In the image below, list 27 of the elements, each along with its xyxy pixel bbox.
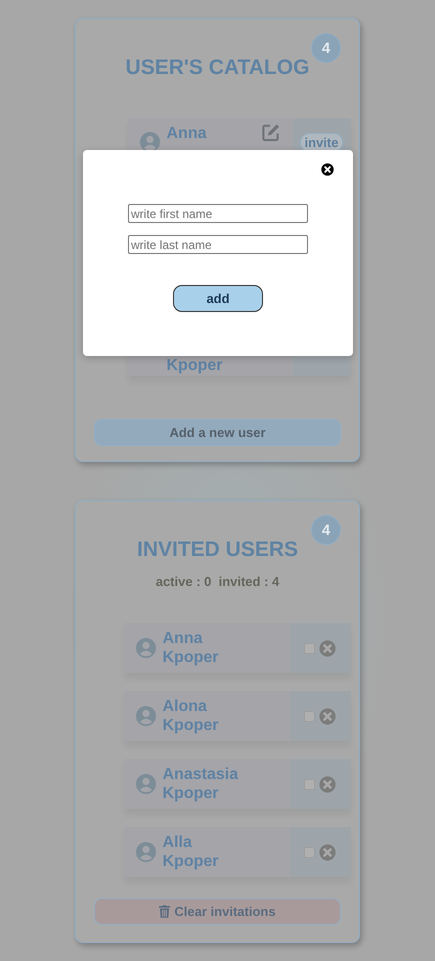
clear-invitations-button[interactable]: Clear invitations — [94, 898, 341, 925]
card-title: USER'S CATALOG — [126, 56, 310, 80]
user-icon — [136, 842, 156, 862]
user-icon — [136, 774, 156, 794]
input-field[interactable]: write first name — [128, 204, 308, 223]
first-name: Anastasia — [162, 765, 238, 784]
user-icon — [136, 706, 156, 726]
trash-icon — [159, 905, 170, 918]
last-name: Kpoper — [162, 716, 218, 735]
first-name: Anna — [166, 124, 206, 143]
card-title: INVITED USERS — [136, 538, 298, 562]
count-badge: 4 — [311, 33, 341, 63]
edit-icon[interactable] — [260, 123, 280, 142]
input-field[interactable]: write last name — [128, 235, 308, 254]
first-name: Anna — [162, 629, 202, 648]
add-user-button[interactable]: Add a new user — [94, 419, 341, 446]
last-name: Kpoper — [166, 356, 222, 375]
add-button[interactable]: add — [173, 285, 263, 312]
user-icon — [136, 638, 156, 658]
stats-text: active : 0 invited : 4 — [156, 574, 280, 589]
last-name: Kpoper — [162, 784, 218, 803]
last-name: Kpoper — [162, 852, 218, 871]
close-icon[interactable] — [321, 163, 334, 176]
first-name: Alona — [162, 697, 207, 716]
count-badge: 4 — [311, 515, 341, 545]
last-name: Kpoper — [162, 648, 218, 667]
first-name: Alla — [162, 833, 192, 852]
